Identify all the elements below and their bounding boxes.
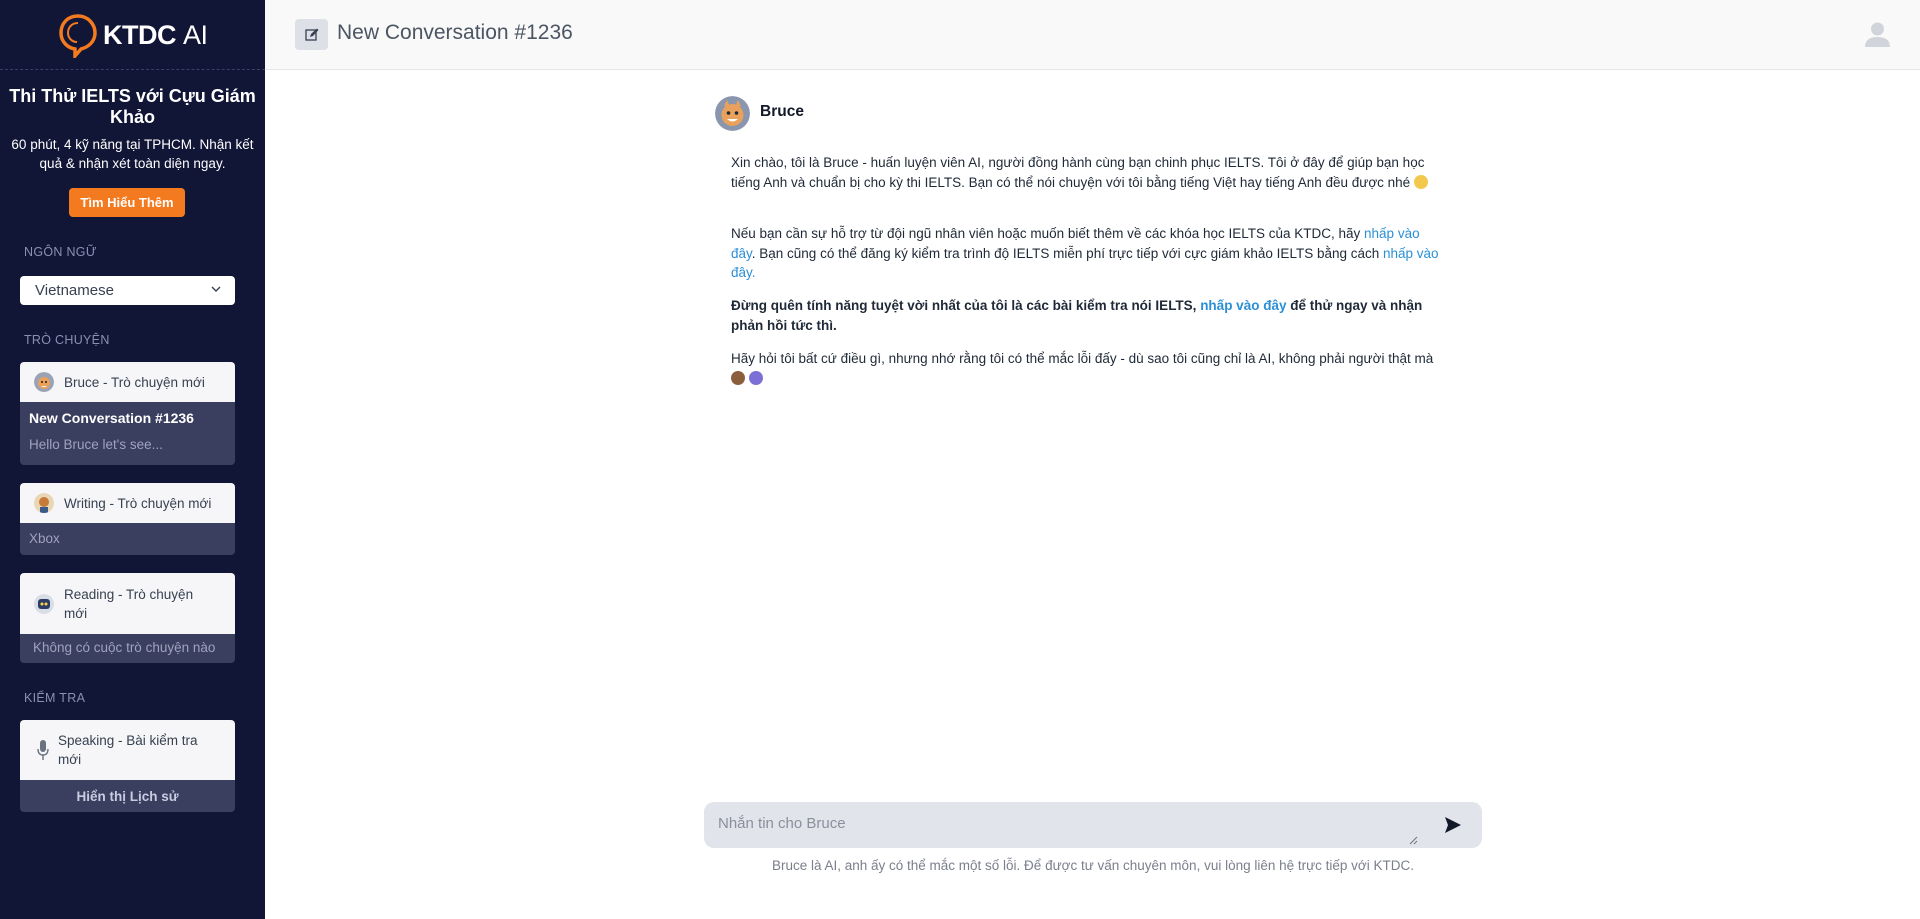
show-history-button[interactable]: Hiển thị Lịch sử: [20, 780, 235, 812]
promo-description: 60 phút, 4 kỹ năng tại TPHCM. Nhận kết q…: [11, 137, 254, 171]
grin-emoji-icon: [748, 370, 763, 385]
ktdc-logo[interactable]: KTDC AI: [57, 12, 208, 58]
message-composer: [704, 802, 1482, 848]
writing-card-title: Writing - Trò chuyện mới: [64, 495, 212, 511]
top-header: New Conversation #1236: [265, 0, 1920, 70]
logo-mark-icon: [59, 14, 97, 58]
support-text-a: Nếu bạn cần sự hỗ trợ từ đội ngũ nhân vi…: [731, 226, 1365, 241]
conversation-item-title[interactable]: Xbox: [20, 531, 235, 546]
intro-text: Xin chào, tôi là Bruce - huấn luyện viên…: [731, 155, 1425, 190]
bruce-conversation-list: New Conversation #1236 Hello Bruce let's…: [20, 402, 235, 465]
empty-conversations-text: Không có cuộc trò chuyện nào: [33, 640, 216, 655]
reading-new-chat-button[interactable]: Reading - Trò chuyện mới: [20, 573, 235, 634]
speaking-text-a: Đừng quên tính năng tuyệt vời nhất của t…: [731, 298, 1201, 313]
send-icon: [1445, 817, 1461, 833]
conversation-title: New Conversation #1236: [337, 21, 573, 44]
test-section-label: KIỂM TRA: [24, 691, 86, 705]
support-text-b: . Bạn cũng có thể đăng ký kiểm tra trình…: [751, 245, 1383, 261]
speaking-card-title: Speaking - Bài kiểm tra mới: [58, 733, 198, 767]
message-paragraph-support: Nếu bạn cần sự hỗ trợ từ đội ngũ nhân vi…: [731, 224, 1444, 283]
edit-title-button[interactable]: [295, 19, 328, 50]
message-sender-name: Bruce: [760, 103, 804, 120]
user-avatar[interactable]: [1860, 17, 1895, 52]
bruce-avatar-icon: [34, 372, 54, 392]
logo-suffix: AI: [183, 19, 208, 50]
speaking-new-test-button[interactable]: Speaking - Bài kiểm tra mới: [20, 720, 235, 780]
writing-avatar-icon: [34, 493, 54, 513]
logo-brand: KTDC: [103, 19, 177, 50]
message-paragraph-disclaimer: Hãy hỏi tôi bất cứ điều gì, nhưng nhớ rằ…: [731, 349, 1444, 388]
chevron-down-icon: [211, 286, 221, 292]
message-input[interactable]: [718, 808, 1418, 842]
language-section-label: NGÔN NGỮ: [24, 245, 97, 259]
writing-chat-card: Writing - Trò chuyện mới Xbox: [20, 483, 235, 555]
speaking-test-card: Speaking - Bài kiểm tra mới Hiển thị Lịc…: [20, 720, 235, 812]
conversation-item-preview[interactable]: Hello Bruce let's see...: [20, 437, 235, 452]
bruce-chat-card: Bruce - Trò chuyện mới New Conversation …: [20, 362, 235, 465]
show-history-label: Hiển thị Lịch sử: [76, 789, 179, 804]
chat-area: [288, 100, 1858, 780]
edit-icon: [304, 28, 318, 41]
chat-section-label: TRÒ CHUYỆN: [24, 333, 110, 347]
sidebar: KTDC AI Thi Thử IELTS với Cựu Giám Khảo …: [0, 0, 265, 919]
language-value: Vietnamese: [35, 282, 114, 299]
writing-conversation-list: Xbox: [20, 523, 235, 555]
smile-emoji-icon: [1413, 174, 1428, 189]
bruce-card-title: Bruce - Trò chuyện mới: [64, 374, 205, 390]
reading-chat-card: Reading - Trò chuyện mới Không có cuộc t…: [20, 573, 235, 663]
promo-title: Thi Thử IELTS với Cựu Giám Khảo: [9, 86, 256, 127]
send-button[interactable]: [1442, 814, 1464, 836]
language-select[interactable]: Vietnamese: [20, 276, 235, 305]
microphone-icon: [37, 740, 49, 760]
bruce-new-chat-button[interactable]: Bruce - Trò chuyện mới: [20, 362, 235, 402]
reading-card-title: Reading - Trò chuyện mới: [64, 586, 194, 621]
woman-emoji-icon: [731, 370, 745, 385]
message-paragraph-intro: Xin chào, tôi là Bruce - huấn luyện viên…: [731, 153, 1444, 192]
composer-disclaimer: Bruce là AI, anh ấy có thể mắc một số lỗ…: [771, 858, 1415, 873]
speaking-test-link[interactable]: nhấp vào đây: [1200, 298, 1286, 313]
conversation-item-title[interactable]: New Conversation #1236: [20, 410, 235, 426]
resize-handle-icon[interactable]: [1409, 836, 1418, 845]
reading-avatar-icon: [34, 593, 54, 614]
user-icon: [1860, 17, 1895, 52]
learn-more-button[interactable]: Tìm Hiểu Thêm: [69, 188, 185, 217]
reading-conversation-list: Không có cuộc trò chuyện nào: [20, 634, 235, 663]
writing-new-chat-button[interactable]: Writing - Trò chuyện mới: [20, 483, 235, 523]
bruce-message-avatar: [715, 96, 750, 131]
sidebar-divider: [0, 69, 265, 70]
ai-disclaimer-text: Hãy hỏi tôi bất cứ điều gì, nhưng nhớ rằ…: [731, 351, 1434, 366]
message-paragraph-speaking: Đừng quên tính năng tuyệt vời nhất của t…: [731, 296, 1444, 335]
